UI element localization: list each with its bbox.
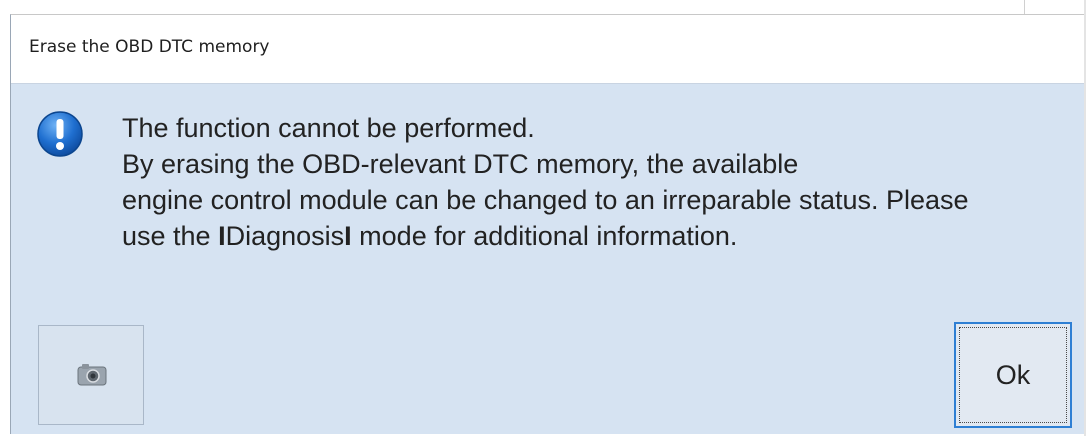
message-line-2: By erasing the OBD-relevant DTC memory, … (122, 149, 799, 179)
message-line-4-pre: use the (122, 221, 219, 251)
message-mark-close: I (344, 221, 352, 251)
ok-button-label: Ok (995, 360, 1031, 390)
erase-obd-dtc-dialog: Erase the OBD DTC memory The function ca… (10, 14, 1086, 434)
info-exclamation-icon (36, 110, 84, 158)
window-edge-mark (1024, 0, 1075, 14)
camera-icon (77, 364, 107, 386)
dialog-title: Erase the OBD DTC memory (29, 37, 270, 57)
message-line-1: The function cannot be performed. (122, 113, 535, 143)
screenshot-button[interactable] (38, 325, 144, 425)
message-line-4-post: mode for additional information. (351, 221, 738, 251)
message-diagnosis-word: Diagnosis (225, 221, 345, 251)
ok-button[interactable]: Ok (954, 322, 1072, 428)
message-line-4: use the IDiagnosisI mode for additional … (122, 218, 1072, 254)
message-line-3: engine control module can be changed to … (122, 185, 969, 215)
dialog-message: The function cannot be performed. By era… (122, 110, 1072, 254)
dialog-titlebar[interactable]: Erase the OBD DTC memory (11, 15, 1086, 84)
message-mark-open: I (218, 221, 226, 251)
